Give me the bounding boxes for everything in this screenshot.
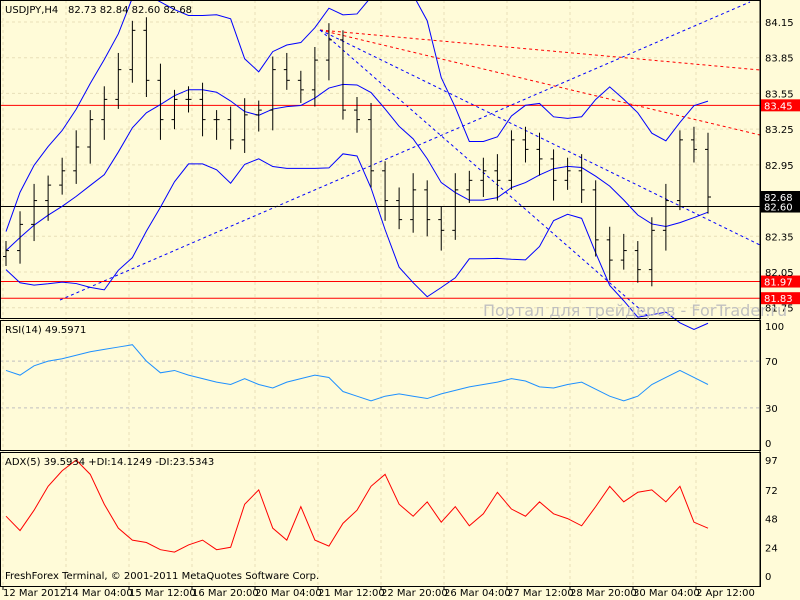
trendline-red-1[interactable] [319,29,761,71]
trend-lines [59,1,761,319]
x-tick-label: 26 Mar 04:00 [444,588,511,599]
axes: 12 Mar 2012 14 Mar 04:0015 Mar 12:0016 Ma… [0,0,794,599]
x-tick-label: 14 Mar 04:00 [66,588,133,599]
chart-canvas[interactable]: 83.4581.9781.8382.6082.68 12 Mar 2012 14 … [0,0,800,600]
price-tick-label: 83.55 [765,89,794,100]
x-tick-label: 16 Mar 20:00 [192,588,259,599]
price-tick-label: 82.05 [765,268,794,279]
adx-tick-label: 72 [765,486,778,497]
adx-line [5,459,709,553]
level-tag-label: 82.60 [764,203,793,214]
rsi-tick-label: 70 [765,357,778,368]
x-tick-label: 2 Apr 12:00 [696,588,755,599]
price-tick-label: 83.85 [765,54,794,65]
rsi-label: RSI(14) 49.5971 [5,325,86,336]
level-tag-label: 83.45 [764,101,793,112]
price-tick-label: 82.95 [765,161,794,172]
adx-tick-label: 0 [765,572,771,583]
adx-label: ADX(5) 39.5934 +DI:14.1249 -DI:23.5343 [5,457,214,468]
price-tick-label: 84.15 [765,18,794,29]
trendline-blue-3[interactable] [319,29,651,319]
chart-window: 83.45 81.97 81.83 82.60 82.68 12 Mar 2012 14 … [0,0,800,600]
x-tick-label: 21 Mar 12:00 [318,588,385,599]
chart-header: USDJPY,H4 [5,5,58,16]
level-tag-label: 81.97 [764,278,793,289]
adx-tick-label: 97 [765,456,778,467]
adx-tick-label: 24 [765,543,778,554]
rsi-tick-label: 30 [765,404,778,415]
rsi-tick-label: 100 [765,322,784,333]
adx-series [5,459,709,553]
x-tick-label: 15 Mar 12:00 [129,588,196,599]
price-tick-label: 82.35 [765,232,794,243]
trendline-red-2[interactable] [319,29,761,136]
x-tick-label: 22 Mar 20:00 [381,588,448,599]
x-tick-label: 27 Mar 12:00 [507,588,574,599]
x-tick-label: 30 Mar 04:00 [633,588,700,599]
header-ohlc: 82.73 82.84 82.60 82.68 [68,5,192,16]
rsi-line [5,344,709,402]
price-tick-label: 83.25 [765,125,794,136]
watermark: Портал для трейдеров - ForTrader.ru [483,301,787,320]
adx-tick-label: 48 [765,515,778,526]
grid [0,0,760,586]
level-tag-label: 82.68 [764,193,793,204]
rsi-tick-label: 0 [765,439,771,450]
x-tick-label: 20 Mar 04:00 [255,588,322,599]
copyright: FreshForex Terminal, © 2001-2011 MetaQuo… [5,571,319,582]
x-tick-label: 28 Mar 20:00 [570,588,637,599]
rsi-series [5,344,709,402]
x-tick-label: 12 Mar 2012 [3,588,66,599]
trendline-blue-1[interactable] [59,1,751,301]
